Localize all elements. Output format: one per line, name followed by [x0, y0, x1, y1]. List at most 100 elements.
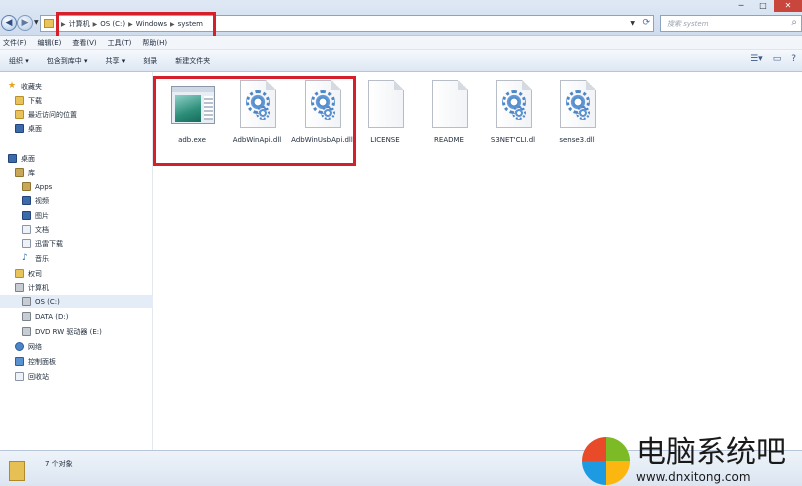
file-name: sense3.dll — [559, 136, 595, 144]
sidebar-item-thunder-downloads[interactable]: 迅雷下载 — [22, 237, 63, 250]
sidebar-item-label: 收藏夹 — [21, 82, 42, 91]
sidebar-item-recycle-bin[interactable]: 回收站 — [15, 370, 49, 383]
item-count: 7 个对象 — [45, 460, 73, 468]
include-in-library-button[interactable]: 包含到库中 ▾ — [38, 56, 97, 66]
search-placeholder: 搜索 system — [667, 20, 709, 28]
sidebar-item-user[interactable]: 权司 — [15, 267, 42, 280]
folder-icon — [15, 110, 24, 119]
sidebar-item-control-panel[interactable]: 控制面板 — [15, 355, 56, 368]
address-dropdown-icon[interactable]: ▼ — [630, 20, 635, 27]
library-icon — [15, 168, 24, 177]
sidebar-item-recent-places[interactable]: 最近访问的位置 — [15, 108, 77, 121]
dll-gear-icon — [492, 80, 534, 132]
burn-button[interactable]: 刻录 — [134, 56, 166, 66]
sidebar-item-documents[interactable]: 文档 — [22, 223, 49, 236]
menu-bar: 文件(F) 编辑(E) 查看(V) 工具(T) 帮助(H) — [0, 36, 802, 50]
crumb-separator: ▶ — [92, 20, 98, 28]
drive-icon — [22, 297, 31, 306]
desktop-icon — [15, 124, 24, 133]
sidebar-item-label: 库 — [28, 168, 35, 177]
close-button[interactable]: ✕ — [774, 0, 802, 12]
menu-view[interactable]: 查看(V) — [72, 38, 96, 48]
back-button[interactable]: ◀ — [1, 15, 17, 31]
share-button[interactable]: 共享 ▾ — [97, 56, 135, 66]
search-input[interactable]: 搜索 system ⌕ — [660, 15, 802, 32]
address-bar[interactable]: ▶ 计算机 ▶ OS (C:) ▶ Windows ▶ system ▼ ⟳ — [40, 15, 654, 32]
sidebar-item-desktop[interactable]: 桌面 — [8, 152, 35, 165]
forward-button[interactable]: ▶ — [17, 15, 33, 31]
forward-arrow-icon: ▶ — [21, 18, 29, 28]
sidebar-item-data-d[interactable]: DATA (D:) — [22, 310, 68, 323]
sidebar-item-favorites[interactable]: ★ 收藏夹 — [8, 80, 42, 93]
sidebar-item-label: 文档 — [35, 225, 49, 234]
folder-icon — [44, 19, 54, 28]
crumb-windows[interactable]: Windows — [136, 20, 167, 28]
network-icon — [15, 342, 24, 351]
sidebar-item-downloads[interactable]: 下载 — [15, 94, 42, 107]
crumb-separator: ▶ — [61, 20, 66, 28]
dvd-drive-icon — [22, 327, 31, 336]
file-list: adb.exe AdbWinApi.dll AdbWinUsbApi.dll L… — [154, 72, 802, 450]
sidebar-item-os-c[interactable]: OS (C:) — [0, 295, 153, 308]
maximize-button[interactable]: □ — [752, 0, 774, 12]
file-item-adbwinusbapi-dll[interactable]: AdbWinUsbApi.dll — [289, 80, 355, 145]
watermark-title: 电脑系统吧 — [636, 435, 786, 470]
new-folder-button[interactable]: 新建文件夹 — [166, 56, 219, 66]
menu-file[interactable]: 文件(F) — [3, 38, 27, 48]
application-icon — [171, 80, 215, 132]
document-icon — [364, 80, 406, 132]
sidebar-item-label: 最近访问的位置 — [28, 110, 77, 119]
view-controls: ☰▾ ▭ ? — [750, 54, 796, 64]
sidebar-item-label: 桌面 — [21, 154, 35, 163]
document-icon — [22, 225, 31, 234]
windows-logo-icon — [582, 437, 630, 485]
file-name: adb.exe — [178, 136, 206, 144]
menu-edit[interactable]: 编辑(E) — [38, 38, 62, 48]
file-item-license[interactable]: LICENSE — [352, 80, 418, 145]
preview-pane-icon[interactable]: ▭ — [773, 54, 782, 64]
search-icon[interactable]: ⌕ — [791, 17, 797, 28]
sidebar-item-computer[interactable]: 计算机 — [15, 281, 49, 294]
crumb-system[interactable]: system — [178, 20, 203, 28]
sidebar-item-dvd-e[interactable]: DVD RW 驱动器 (E:) — [22, 325, 102, 338]
menu-tools[interactable]: 工具(T) — [108, 38, 132, 48]
video-icon — [22, 196, 31, 205]
file-item-adbwinapi-dll[interactable]: AdbWinApi.dll — [224, 80, 290, 145]
help-icon[interactable]: ? — [791, 54, 796, 64]
sidebar-item-label: 桌面 — [28, 124, 42, 133]
file-item-sense3-dll[interactable]: sense3.dll — [544, 80, 610, 145]
watermark: 电脑系统吧 www.dnxitong.com — [582, 436, 798, 486]
file-name: LICENSE — [370, 136, 400, 144]
file-item-readme[interactable]: README — [416, 80, 482, 145]
file-name: AdbWinUsbApi.dll — [291, 136, 353, 144]
refresh-icon[interactable]: ⟳ — [642, 18, 650, 28]
sidebar-item-apps[interactable]: Apps — [22, 180, 52, 193]
file-item-adb-exe[interactable]: adb.exe — [159, 80, 225, 145]
command-bar: 组织 ▾ 包含到库中 ▾ 共享 ▾ 刻录 新建文件夹 ☰▾ ▭ ? — [0, 50, 802, 72]
sidebar-item-network[interactable]: 网络 — [15, 340, 42, 353]
file-item-s3netcli-dll[interactable]: S3NET'CLI.dl — [480, 80, 546, 145]
sidebar-item-label: 控制面板 — [28, 357, 56, 366]
sidebar-item-label: 回收站 — [28, 372, 49, 381]
navigation-pane: ★ 收藏夹 下载 最近访问的位置 桌面 桌面 库 Apps 视频 图片 文档 迅… — [0, 72, 153, 450]
sidebar-item-videos[interactable]: 视频 — [22, 194, 49, 207]
sidebar-item-pictures[interactable]: 图片 — [22, 209, 49, 222]
organize-button[interactable]: 组织 ▾ — [0, 56, 38, 66]
history-dropdown-icon[interactable]: ▼ — [34, 19, 39, 26]
minimize-button[interactable]: ─ — [730, 0, 752, 12]
sidebar-item-label: 视频 — [35, 196, 49, 205]
sidebar-item-desktop-fav[interactable]: 桌面 — [15, 122, 42, 135]
sidebar-item-libraries[interactable]: 库 — [15, 166, 35, 179]
menu-help[interactable]: 帮助(H) — [142, 38, 167, 48]
user-folder-icon — [15, 269, 24, 278]
view-options-icon[interactable]: ☰▾ — [750, 54, 763, 64]
sidebar-item-music[interactable]: ♪ 音乐 — [22, 252, 49, 265]
dll-gear-icon — [236, 80, 278, 132]
file-name: S3NET'CLI.dl — [490, 136, 536, 144]
watermark-url: www.dnxitong.com — [636, 470, 751, 484]
crumb-os-c[interactable]: OS (C:) — [100, 20, 125, 28]
crumb-computer[interactable]: 计算机 — [69, 19, 90, 29]
sidebar-item-label: 迅雷下载 — [35, 239, 63, 248]
recycle-bin-icon — [15, 372, 24, 381]
folder-icon — [9, 461, 25, 481]
